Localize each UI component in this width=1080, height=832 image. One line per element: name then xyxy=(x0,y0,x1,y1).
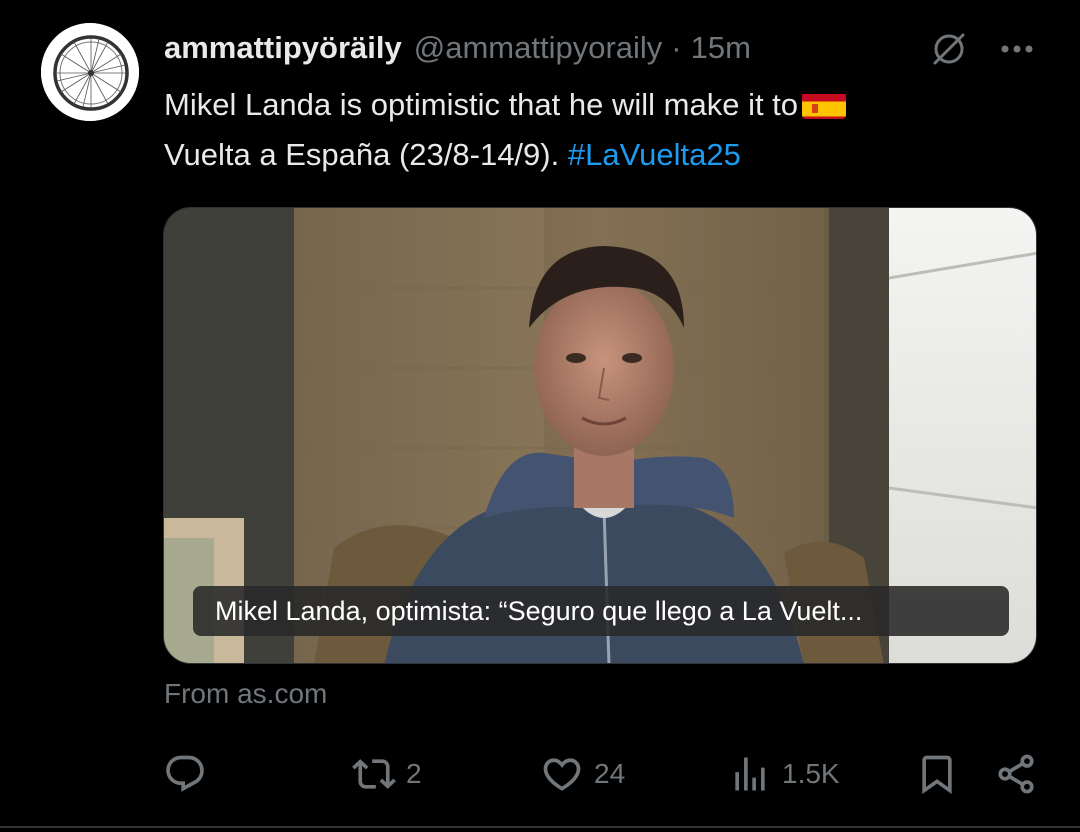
tweet-text: Mikel Landa is optimistic that he will m… xyxy=(164,80,1024,180)
retweet-count: 2 xyxy=(406,758,422,789)
views-button[interactable]: 1.5K xyxy=(728,746,840,802)
spain-flag-icon xyxy=(802,89,847,119)
views-icon xyxy=(735,757,765,791)
link-card-caption[interactable]: Mikel Landa, optimista: “Seguro que lleg… xyxy=(193,586,1009,636)
bicycle-wheel-avatar-icon xyxy=(41,23,139,121)
avatar[interactable] xyxy=(41,23,139,121)
hashtag-link[interactable]: #LaVuelta25 xyxy=(568,137,741,172)
divider xyxy=(0,826,1080,828)
bookmark-button[interactable] xyxy=(915,746,959,802)
like-button[interactable]: 24 xyxy=(540,746,625,802)
more-icon[interactable] xyxy=(994,26,1040,72)
retweet-button[interactable]: 2 xyxy=(352,746,422,802)
tweet[interactable]: ammattipyöräily @ammattipyoraily · 15m M… xyxy=(0,0,1080,832)
reply-button[interactable] xyxy=(163,746,217,802)
link-card[interactable]: Mikel Landa, optimista: “Seguro que lleg… xyxy=(163,207,1037,664)
link-source[interactable]: From as.com xyxy=(164,678,327,710)
tweet-text-part-2: Vuelta a España (23/8-14/9). xyxy=(164,137,560,172)
tweet-actions: 2 24 1.5K xyxy=(0,746,1080,802)
bookmark-icon xyxy=(922,755,952,795)
retweet-icon xyxy=(352,759,396,789)
tweet-text-line-1: Mikel Landa is optimistic that he will m… xyxy=(164,80,1024,130)
timestamp[interactable]: 15m xyxy=(691,30,751,66)
tweet-text-part-1: Mikel Landa is optimistic that he will m… xyxy=(164,87,799,122)
like-count: 24 xyxy=(594,758,626,789)
views-count: 1.5K xyxy=(782,758,840,789)
reply-icon xyxy=(166,755,204,792)
heart-icon xyxy=(543,758,581,791)
tweet-text-line-2: Vuelta a España (23/8-14/9). #LaVuelta25 xyxy=(164,130,1024,180)
grok-icon[interactable] xyxy=(926,26,972,72)
display-name[interactable]: ammattipyöräily xyxy=(164,30,402,66)
share-button[interactable] xyxy=(994,746,1038,802)
share-icon xyxy=(998,754,1034,794)
tweet-header: ammattipyöräily @ammattipyoraily · 15m xyxy=(164,26,751,70)
separator-dot: · xyxy=(671,30,682,65)
user-handle[interactable]: @ammattipyoraily xyxy=(414,30,663,66)
